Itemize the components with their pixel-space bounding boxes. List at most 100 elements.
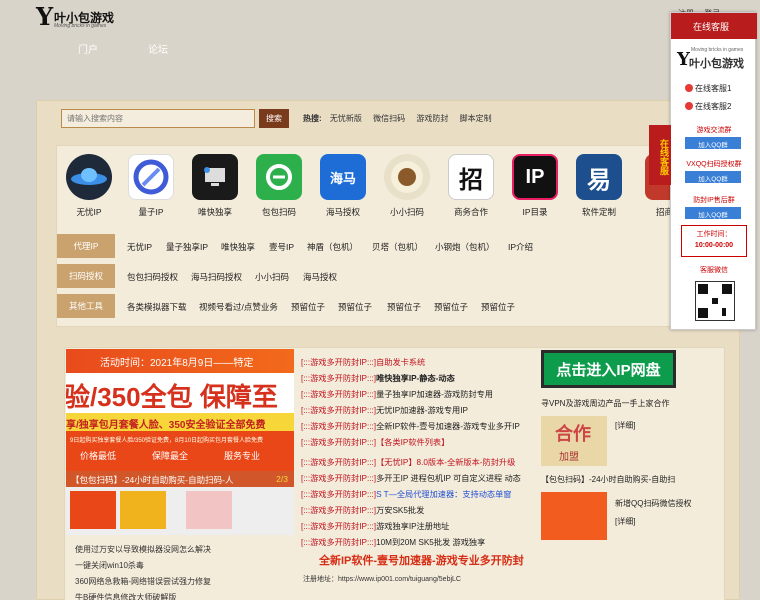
news-tag: [:::游戏多开防封IP:::] xyxy=(301,490,377,499)
news-tag: [:::游戏多开防封IP:::] xyxy=(301,538,377,547)
banner-pager[interactable]: 2/3 xyxy=(276,474,288,484)
news-item[interactable]: [:::游戏多开防封IP:::]唯快独享IP-静态-动态 xyxy=(301,372,455,384)
article-link[interactable]: 一键关闭win10杀毒 xyxy=(75,560,211,576)
hot-item[interactable]: 微信扫码 xyxy=(373,114,405,123)
news-item[interactable]: [:::游戏多开防封IP:::]万安SK5批发 xyxy=(301,504,424,516)
news-item[interactable]: [:::游戏多开防封IP:::]量子独享IP加速器-游戏防封专用 xyxy=(301,388,493,400)
product-weikuai[interactable]: 唯快独享 xyxy=(185,154,245,218)
product-haima[interactable]: 海马 海马授权 xyxy=(313,154,373,218)
product-wuyou-ip[interactable]: 无忧IP xyxy=(59,154,119,218)
news-title: 【无忧IP】8.0版本-全新版本-防封升级 xyxy=(376,458,516,467)
product-xiaoxiao-scan[interactable]: 小小扫码 xyxy=(377,154,437,218)
qq-icon xyxy=(685,102,693,110)
row-link[interactable]: 无忧IP xyxy=(127,241,152,253)
article-link[interactable]: 牛B硬件信息修改大师破解版 xyxy=(75,592,211,600)
row-link[interactable]: 预留位子 xyxy=(387,301,421,313)
hot-item[interactable]: 脚本定制 xyxy=(460,114,492,123)
row-link[interactable]: 预留位子 xyxy=(481,301,515,313)
product-ip-directory[interactable]: IP IP目录 xyxy=(505,154,565,218)
news-item[interactable]: [:::游戏多开防封IP:::]【无忧IP】8.0版本-全新版本-防封升级 xyxy=(301,456,515,468)
product-baobao-scan[interactable]: 包包扫码 xyxy=(249,154,309,218)
join-qq-group-button[interactable]: 加入QQ群 xyxy=(685,137,741,149)
partner-image-subtitle: 加盟 xyxy=(559,452,579,463)
qq-auth-detail[interactable]: [详细] xyxy=(615,516,635,527)
hot-label: 热搜: xyxy=(303,114,322,123)
row-link[interactable]: 预留位子 xyxy=(338,301,372,313)
qq-auth-line[interactable]: 新增QQ扫码微信授权 xyxy=(615,498,691,509)
join-qq-group-button[interactable]: 加入QQ群 xyxy=(685,171,741,183)
news-item[interactable]: [:::游戏多开防封IP:::]多开王IP 进程包机IP 可自定义进程 动态 xyxy=(301,472,521,484)
wuyou-ip-icon xyxy=(66,154,112,200)
hours-value: 10:00-00:00 xyxy=(694,242,734,249)
row-link[interactable]: 量子独享IP xyxy=(166,241,208,253)
promo-slider[interactable]: 活动时间：2021年8月9日——特定 验/350全包 保障至 享/独享包月套餐人… xyxy=(66,349,294,535)
news-tag: [:::游戏多开防封IP:::] xyxy=(301,458,377,467)
news-item[interactable]: [:::游戏多开防封IP:::]10M到20M SK5批发 游戏独享 xyxy=(301,536,485,548)
banner-feature: 价格最低 xyxy=(80,451,117,461)
row-link[interactable]: 各类模拟器下载 xyxy=(127,301,187,313)
support-float-panel: 在线客服 在线客服 Y Moving bricks in games 叶小包游戏… xyxy=(649,12,757,330)
site-logo[interactable]: Y 叶小包游戏 Moving bricks in games xyxy=(36,2,116,31)
product-business[interactable]: 招 商务合作 xyxy=(441,154,501,218)
cs-link-2[interactable]: 在线客服2 xyxy=(685,101,731,112)
row-link[interactable]: 海马授权 xyxy=(303,271,337,283)
row-link[interactable]: 贝塔（包机） xyxy=(372,241,423,253)
news-item[interactable]: [:::游戏多开防封IP:::]游戏独享IP注册地址 xyxy=(301,520,449,532)
row-link[interactable]: 视频号看过/点赞业务 xyxy=(199,301,278,313)
row-link[interactable]: 唯快独享 xyxy=(221,241,255,253)
hot-item[interactable]: 无忧新版 xyxy=(330,114,362,123)
news-title: 游戏独享IP注册地址 xyxy=(376,522,450,531)
ip-disk-button[interactable]: 点击进入IP网盘 xyxy=(541,350,676,388)
banner-thumb[interactable] xyxy=(186,491,232,529)
news-item[interactable]: [:::游戏多开防封IP:::]全新IP软件-壹号加速器-游戏专业多开IP xyxy=(301,420,520,432)
row-link[interactable]: 预留位子 xyxy=(434,301,468,313)
news-item[interactable]: [:::游戏多开防封IP:::]【各类IP软件列表】 xyxy=(301,436,449,448)
hot-item[interactable]: 游戏防封 xyxy=(416,114,448,123)
product-liangzi-ip[interactable]: 量子IP xyxy=(121,154,181,218)
partner-line[interactable]: 寻VPN及游戏周边产品一手上家合作 xyxy=(541,398,669,409)
search-button[interactable]: 搜索 xyxy=(259,109,289,128)
article-link[interactable]: 360网络急救箱-网络错误尝试强力修复 xyxy=(75,576,211,592)
banner-thumb[interactable] xyxy=(120,491,166,529)
hot-searches: 热搜: 无忧新版 微信扫码 游戏防封 脚本定制 xyxy=(303,113,501,124)
banner-features: 9日起购买独享套餐人脸/350验证免费，8月10日起购买包月套餐人脸免费 价格最… xyxy=(66,431,294,471)
main-nav: 门户 论坛 xyxy=(0,34,760,62)
row-link[interactable]: 包包扫码授权 xyxy=(127,271,178,283)
banner-feature: 服务专业 xyxy=(224,451,261,461)
news-item[interactable]: [:::游戏多开防封IP:::]S T—全局代理加速器：支持动态单窗 xyxy=(301,488,511,500)
news-item[interactable]: [:::游戏多开防封IP:::]自助发卡系统 xyxy=(301,356,425,368)
row-other-tools: 其他工具 各类模拟器下载 视频号看过/点赞业务 预留位子 预留位子 预留位子 预… xyxy=(57,294,725,318)
nav-forum[interactable]: 论坛 xyxy=(148,41,168,56)
article-list: 使用过万安以导致模拟器没网怎么解决 一键关闭win10杀毒 360网络急救箱-网… xyxy=(75,544,211,600)
baobao-image[interactable] xyxy=(541,492,607,540)
nav-portal[interactable]: 门户 xyxy=(78,41,98,56)
logo-subtitle: Moving bricks in games xyxy=(54,23,107,29)
row-link[interactable]: 小钢炮（包机） xyxy=(435,241,495,253)
row-link[interactable]: 神盾（包机） xyxy=(307,241,358,253)
join-qq-group-button[interactable]: 加入QQ群 xyxy=(685,207,741,219)
banner-subline: 享/独享包月套餐人脸、350安全验证全部免费 xyxy=(66,413,294,431)
float-tab[interactable]: 在线客服 xyxy=(649,125,671,185)
float-logo-sub: Moving bricks in games xyxy=(691,47,744,53)
ip-directory-icon: IP xyxy=(512,154,558,200)
float-header: 在线客服 xyxy=(671,13,757,39)
partner-image[interactable]: 合作 加盟 xyxy=(541,416,607,466)
row-link[interactable]: 壹号IP xyxy=(269,241,294,253)
news-title: 全新IP软件-壹号加速器-游戏专业多开IP xyxy=(376,422,520,431)
banner-headline-wrap: 验/350全包 保障至 xyxy=(66,373,294,413)
row-link[interactable]: IP介绍 xyxy=(508,241,533,253)
row-link[interactable]: 小小扫码 xyxy=(255,271,289,283)
news-highlight[interactable]: 全新IP软件-壹号加速器-游戏专业多开防封 xyxy=(319,552,524,568)
row-link[interactable]: 海马扫码授权 xyxy=(191,271,242,283)
row-link[interactable]: 预留位子 xyxy=(291,301,325,313)
news-item[interactable]: [:::游戏多开防封IP:::]无忧IP加速器-游戏专用IP xyxy=(301,404,468,416)
product-custom-software[interactable]: 易 软件定制 xyxy=(569,154,629,218)
cs-link-1[interactable]: 在线客服1 xyxy=(685,83,731,94)
baobao-caption[interactable]: 【包包扫码】-24小时自助购买-自助扫 xyxy=(541,474,675,485)
partner-detail-link[interactable]: [详细] xyxy=(615,420,635,431)
row-label: 扫码授权 xyxy=(57,264,115,288)
content-lower: 活动时间：2021年8月9日——特定 验/350全包 保障至 享/独享包月套餐人… xyxy=(64,347,725,600)
banner-thumb[interactable] xyxy=(70,491,116,529)
search-input[interactable] xyxy=(61,109,255,128)
article-link[interactable]: 使用过万安以导致模拟器没网怎么解决 xyxy=(75,544,211,560)
